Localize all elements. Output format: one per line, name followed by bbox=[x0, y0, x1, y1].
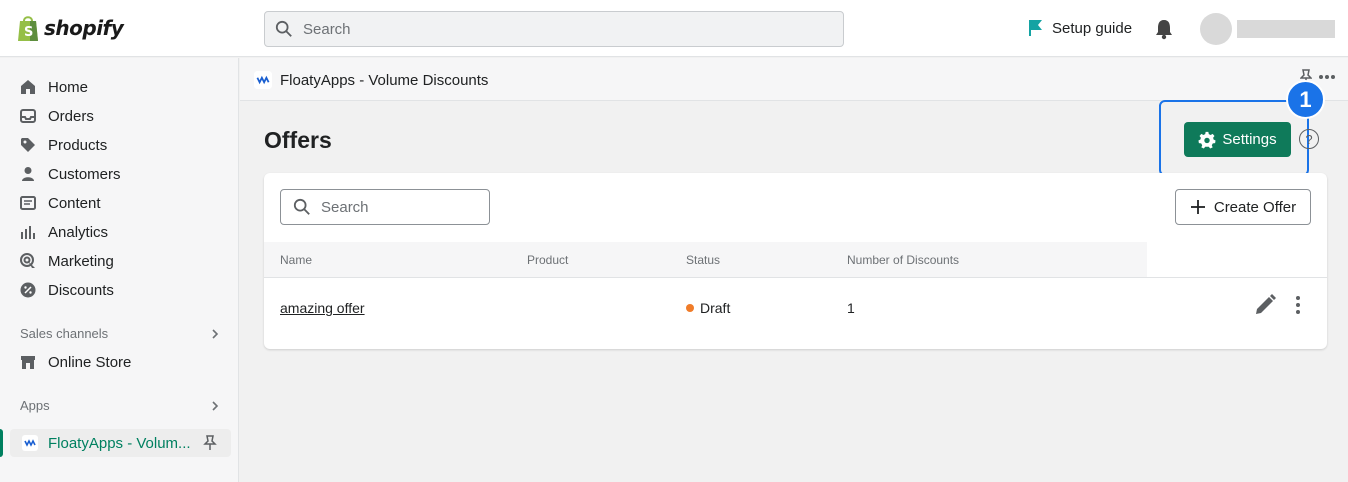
setup-guide-label: Setup guide bbox=[1052, 19, 1133, 37]
sidebar-item-label: Analytics bbox=[48, 223, 109, 241]
floatyapps-logo-icon bbox=[254, 71, 272, 89]
more-vertical-icon[interactable] bbox=[1294, 295, 1302, 315]
notifications-button[interactable] bbox=[1154, 18, 1174, 45]
shopify-logo[interactable]: S shopify bbox=[16, 14, 124, 42]
gear-icon bbox=[1198, 131, 1216, 149]
column-header-status[interactable]: Status bbox=[686, 253, 720, 267]
page-title: Offers bbox=[264, 127, 332, 153]
offers-search[interactable] bbox=[280, 189, 490, 225]
logo-wordmark: shopify bbox=[44, 16, 124, 40]
status-badge: Draft bbox=[700, 300, 731, 316]
create-offer-label: Create Offer bbox=[1213, 198, 1297, 216]
sidebar-item-label: Marketing bbox=[48, 252, 114, 270]
shopify-bag-icon: S bbox=[18, 16, 38, 41]
bar-chart-icon bbox=[21, 226, 35, 239]
sidebar-item-label: Products bbox=[48, 136, 108, 154]
orders-icon bbox=[20, 109, 36, 123]
avatar[interactable] bbox=[1200, 13, 1232, 45]
sidebar-item-home[interactable]: Home bbox=[20, 76, 88, 98]
chevron-right-icon bbox=[212, 328, 219, 339]
app-title-label: FloatyApps - Volume Discounts bbox=[280, 71, 489, 89]
content-icon bbox=[20, 196, 36, 210]
sidebar-item-label: Discounts bbox=[48, 281, 114, 299]
offers-card: Create Offer Name Product Status Number … bbox=[264, 173, 1327, 349]
chevron-right-icon bbox=[212, 400, 219, 411]
sidebar-item-customers[interactable]: Customers bbox=[20, 163, 121, 185]
store-name-placeholder[interactable] bbox=[1237, 20, 1335, 38]
pin-icon[interactable] bbox=[203, 435, 217, 451]
column-header-product[interactable]: Product bbox=[527, 253, 568, 267]
status-dot bbox=[686, 304, 694, 312]
column-header-discounts[interactable]: Number of Discounts bbox=[847, 253, 959, 267]
top-bar: S shopify Setup guide bbox=[0, 0, 1348, 57]
sidebar-item-products[interactable]: Products bbox=[20, 134, 107, 156]
sidebar-item-analytics[interactable]: Analytics bbox=[20, 221, 108, 243]
sidebar-item-label: FloatyApps - Volum... bbox=[48, 434, 191, 452]
apps-header[interactable]: Apps bbox=[20, 398, 220, 413]
offer-status: Draft bbox=[686, 300, 730, 316]
sidebar-item-label: Home bbox=[48, 78, 89, 96]
store-icon bbox=[21, 356, 35, 369]
sidebar-item-label: Online Store bbox=[48, 353, 132, 371]
more-horizontal-icon[interactable] bbox=[1318, 74, 1336, 80]
table-header: Name Product Status Number of Discounts bbox=[264, 242, 1147, 278]
settings-label: Settings bbox=[1222, 131, 1277, 148]
global-search[interactable] bbox=[264, 11, 844, 47]
search-icon bbox=[275, 20, 292, 37]
bell-icon bbox=[1156, 20, 1172, 40]
sales-channels-header[interactable]: Sales channels bbox=[20, 326, 220, 341]
sidebar-item-orders[interactable]: Orders bbox=[20, 105, 94, 127]
floatyapps-logo-icon bbox=[22, 435, 38, 451]
sidebar-item-online-store[interactable]: Online Store bbox=[20, 351, 131, 373]
setup-guide-button[interactable]: Setup guide bbox=[1028, 19, 1132, 37]
offers-search-input[interactable] bbox=[321, 198, 481, 216]
app-title: FloatyApps - Volume Discounts bbox=[254, 71, 488, 89]
edit-pencil-icon[interactable] bbox=[1253, 293, 1277, 317]
column-header-name[interactable]: Name bbox=[280, 253, 312, 267]
search-icon bbox=[293, 198, 310, 215]
sidebar-item-label: Content bbox=[48, 194, 101, 212]
sidebar-item-label: Customers bbox=[48, 165, 121, 183]
plus-icon bbox=[1190, 200, 1205, 214]
offer-discount-count: 1 bbox=[847, 300, 855, 316]
apps-label: Apps bbox=[20, 398, 50, 413]
person-icon bbox=[22, 167, 34, 181]
sidebar-item-content[interactable]: Content bbox=[20, 192, 101, 214]
app-header: FloatyApps - Volume Discounts bbox=[240, 58, 1348, 101]
offer-name-link[interactable]: amazing offer bbox=[280, 300, 365, 316]
create-offer-button[interactable]: Create Offer bbox=[1175, 189, 1311, 225]
table-header-actions bbox=[1147, 242, 1327, 278]
flag-icon bbox=[1029, 20, 1042, 36]
step-number-badge: 1 bbox=[1286, 80, 1325, 119]
sidebar: Home Orders Products Customers Content A… bbox=[0, 58, 239, 482]
discount-icon bbox=[20, 282, 36, 298]
svg-text:S: S bbox=[24, 25, 33, 40]
global-search-input[interactable] bbox=[303, 20, 803, 38]
sidebar-item-label: Orders bbox=[48, 107, 94, 125]
target-icon bbox=[20, 253, 35, 268]
sales-channels-label: Sales channels bbox=[20, 326, 109, 341]
home-icon bbox=[21, 80, 35, 94]
settings-button[interactable]: Settings bbox=[1184, 122, 1291, 157]
sidebar-item-discounts[interactable]: Discounts bbox=[20, 279, 114, 301]
active-indicator bbox=[0, 429, 3, 457]
tag-icon bbox=[21, 138, 35, 152]
sidebar-item-floatyapps[interactable]: FloatyApps - Volum... bbox=[10, 429, 231, 457]
help-button[interactable]: ? bbox=[1299, 129, 1319, 149]
sidebar-item-marketing[interactable]: Marketing bbox=[20, 250, 114, 272]
